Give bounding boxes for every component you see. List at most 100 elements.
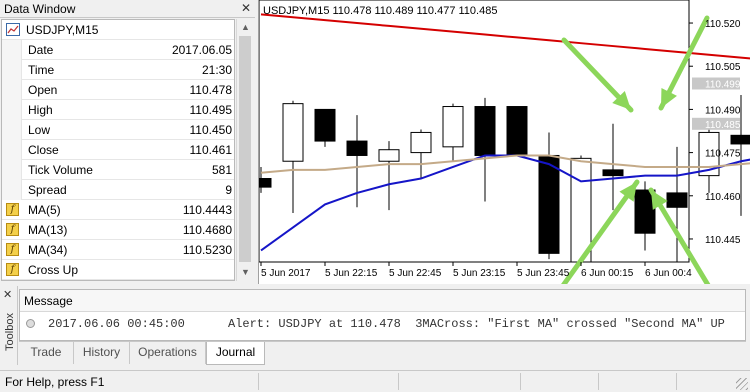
candle-body xyxy=(506,106,528,156)
x-tick-label: 6 Jun 00:15 xyxy=(581,268,634,279)
candle-body xyxy=(602,169,624,177)
x-tick-label: 5 Jun 22:15 xyxy=(325,268,378,279)
status-bar: For Help, press F1 xyxy=(0,370,750,392)
row-label: Time xyxy=(28,63,55,77)
tab-operations[interactable]: Operations xyxy=(130,342,206,364)
scrollbar-thumb[interactable] xyxy=(239,36,251,262)
chart-icon xyxy=(6,23,20,36)
data-window-table: USDJPY,M15 Date 2017.06.05 Time 21:30 Op… xyxy=(1,19,235,281)
data-row-close: Close 110.461 xyxy=(2,140,234,160)
message-text: Alert: USDJPY at 110.478 3MACross: "Firs… xyxy=(228,317,725,331)
row-value: 110.495 xyxy=(189,103,233,117)
row-label: High xyxy=(28,103,53,117)
price-badge-label: 110.485 xyxy=(705,120,741,131)
data-row-open: Open 110.478 xyxy=(2,80,234,100)
y-tick-label: 110.475 xyxy=(705,149,741,160)
candle-body xyxy=(474,106,496,156)
scroll-down-icon[interactable]: ▼ xyxy=(237,264,254,280)
candle-body xyxy=(442,106,464,148)
symbol-row: USDJPY,M15 xyxy=(2,20,234,40)
row-label: Close xyxy=(28,143,59,157)
indicator-label: MA(34) xyxy=(28,243,68,257)
row-label: Spread xyxy=(28,183,67,197)
indicator-function-icon: f xyxy=(6,243,19,256)
data-window-title: Data Window xyxy=(4,2,76,16)
row-value: 110.478 xyxy=(189,83,233,97)
toolbox-tabs: Trade History Operations Journal xyxy=(19,341,746,365)
price-chart[interactable]: ↑ USDJPY,M15 110.478 110.489 110.477 110… xyxy=(258,0,750,284)
candle-body xyxy=(282,103,304,162)
data-row-high: High 110.495 xyxy=(2,100,234,120)
data-row-tick-volume: Tick Volume 581 xyxy=(2,160,234,180)
status-text: For Help, press F1 xyxy=(5,375,105,389)
data-window-titlebar: Data Window ✕ xyxy=(0,0,255,18)
indicator-function-icon: f xyxy=(6,223,19,236)
x-tick-label: 5 Jun 23:15 xyxy=(453,268,506,279)
indicator-value: 110.4443 xyxy=(182,203,232,217)
info-icon xyxy=(26,319,35,328)
chart-header: USDJPY,M15 110.478 110.489 110.477 110.4… xyxy=(263,5,497,17)
y-tick-label: 110.460 xyxy=(705,192,741,203)
data-row-time: Time 21:30 xyxy=(2,60,234,80)
close-icon[interactable]: ✕ xyxy=(239,1,253,15)
row-value: 110.450 xyxy=(189,123,233,137)
y-tick-label: 110.445 xyxy=(705,235,741,246)
resize-grip-icon[interactable] xyxy=(736,378,748,390)
candle-body xyxy=(346,140,368,156)
message-header-label: Message xyxy=(24,294,73,308)
indicator-label: MA(5) xyxy=(28,203,61,217)
indicator-row-ma13: f MA(13) 110.4680 xyxy=(2,220,234,240)
row-value: 21:30 xyxy=(201,63,232,77)
y-tick-label: 110.520 xyxy=(705,19,741,30)
row-value: 110.461 xyxy=(189,143,233,157)
candle-body xyxy=(378,149,400,162)
message-time: 2017.06.06 00:45:00 xyxy=(48,317,185,331)
message-column-header[interactable]: Message xyxy=(20,290,745,312)
x-tick-label: 5 Jun 2017 xyxy=(261,268,311,279)
row-value: 2017.06.05 xyxy=(171,43,232,57)
tab-journal[interactable]: Journal xyxy=(206,342,265,365)
x-tick-label: 5 Jun 22:45 xyxy=(389,268,442,279)
candle-body xyxy=(314,108,336,142)
row-label: Tick Volume xyxy=(28,163,93,177)
candle-body xyxy=(666,192,688,208)
indicator-value: 110.4680 xyxy=(182,223,232,237)
indicator-row-ma34: f MA(34) 110.5230 xyxy=(2,240,234,260)
data-window-scrollbar[interactable]: ▲ ▼ xyxy=(236,19,253,281)
toolbox-sidebar: ✕ Toolbox xyxy=(0,286,18,365)
row-value: 581 xyxy=(211,163,232,177)
row-value: 9 xyxy=(225,183,232,197)
row-label: Date xyxy=(28,43,54,57)
price-badge-label: 110.499 xyxy=(705,79,741,90)
journal-panel: Message 2017.06.06 00:45:00 Alert: USDJP… xyxy=(19,289,746,341)
candle-body xyxy=(538,154,560,254)
chart-canvas[interactable]: ↑ USDJPY,M15 110.478 110.489 110.477 110… xyxy=(259,0,750,284)
tab-trade[interactable]: Trade xyxy=(19,342,74,364)
y-tick-label: 110.505 xyxy=(705,62,741,73)
data-row-low: Low 110.450 xyxy=(2,120,234,140)
data-row-date: Date 2017.06.05 xyxy=(2,40,234,60)
toolbox-label: Toolbox xyxy=(4,313,16,351)
x-tick-label: 6 Jun 00:4 xyxy=(645,268,692,279)
x-tick-label: 5 Jun 23:45 xyxy=(517,268,570,279)
row-label: Low xyxy=(28,123,51,137)
indicator-label: Cross Up xyxy=(28,263,79,277)
candle-body xyxy=(259,178,272,188)
indicator-function-icon: f xyxy=(6,263,19,276)
candle-body xyxy=(410,131,432,154)
indicator-function-icon: f xyxy=(6,203,19,216)
candle-body xyxy=(730,134,750,145)
y-tick-label: 110.490 xyxy=(705,105,741,116)
symbol-label: USDJPY,M15 xyxy=(26,23,99,37)
data-row-spread: Spread 9 xyxy=(2,180,234,200)
indicator-row-cross-up: f Cross Up xyxy=(2,260,234,280)
scroll-up-icon[interactable]: ▲ xyxy=(237,19,254,35)
indicator-value: 110.5230 xyxy=(182,243,232,257)
data-window-panel: Data Window ✕ USDJPY,M15 Date 2017.06.05… xyxy=(0,0,255,284)
close-icon[interactable]: ✕ xyxy=(3,288,12,301)
journal-row[interactable]: 2017.06.06 00:45:00 Alert: USDJPY at 110… xyxy=(20,314,745,334)
indicator-label: MA(13) xyxy=(28,223,68,237)
indicator-row-ma5: f MA(5) 110.4443 xyxy=(2,200,234,220)
tab-history[interactable]: History xyxy=(74,342,130,364)
row-label: Open xyxy=(28,83,58,97)
